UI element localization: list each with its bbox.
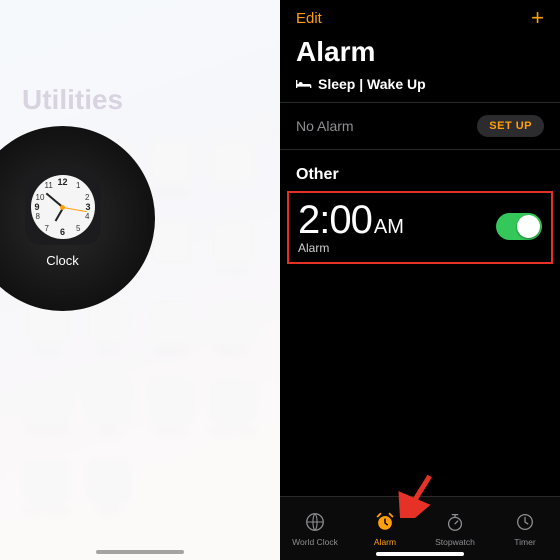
clock-app-icon[interactable]: 12 3 6 9 1 2 4 5 7 8 10 11 <box>25 169 101 245</box>
home-indicator[interactable] <box>376 552 464 556</box>
alarm-row[interactable]: 2:00 AM Alarm <box>288 192 552 263</box>
bed-icon <box>296 78 312 90</box>
tab-label: Alarm <box>374 537 396 547</box>
app-tile: Magnifier <box>146 300 196 380</box>
tab-world-clock[interactable]: World Clock <box>280 497 350 560</box>
clock-face-icon: 12 3 6 9 1 2 4 5 7 8 10 11 <box>31 175 95 239</box>
app-tile: Measure <box>208 300 258 380</box>
nav-bar: Edit + <box>280 0 560 36</box>
app-tile: Safari <box>84 380 134 460</box>
folder-title: Utilities <box>22 84 123 116</box>
alarm-clock-icon <box>374 511 396 535</box>
globe-icon <box>304 511 326 535</box>
timer-icon <box>514 511 536 535</box>
app-tile: Watch <box>84 460 134 540</box>
app-tile: ProtonVPN <box>22 380 72 460</box>
sleep-wake-section-header: Sleep | Wake Up <box>280 68 560 103</box>
tab-label: Stopwatch <box>435 537 475 547</box>
stopwatch-icon <box>444 511 466 535</box>
sleep-wake-label: Sleep | Wake Up <box>318 76 426 92</box>
sleep-wake-row[interactable]: No Alarm SET UP <box>280 103 560 150</box>
app-tile: Settings <box>146 380 196 460</box>
alarm-time: 2:00 <box>298 198 372 243</box>
page-title: Alarm <box>280 36 560 68</box>
alarm-toggle[interactable] <box>496 213 542 240</box>
tab-stopwatch[interactable]: Stopwatch <box>420 497 490 560</box>
tab-bar: World Clock Alarm Stopwatch Timer <box>280 496 560 560</box>
home-indicator[interactable] <box>96 550 184 554</box>
homescreen-pane: Clock Calculator Chrome Find My Firefox … <box>0 0 280 560</box>
alarm-screen-pane: Edit + Alarm Sleep | Wake Up No Alarm SE… <box>280 0 560 560</box>
set-up-button[interactable]: SET UP <box>477 115 544 137</box>
add-alarm-button[interactable]: + <box>531 5 544 31</box>
clock-app-label: Clock <box>46 253 79 268</box>
app-tile: Google <box>22 300 72 380</box>
app-tile: Home <box>84 300 134 380</box>
edit-button[interactable]: Edit <box>296 10 322 27</box>
alarm-label: Alarm <box>298 241 404 255</box>
tab-label: Timer <box>514 537 535 547</box>
tab-label: World Clock <box>292 537 338 547</box>
no-alarm-label: No Alarm <box>296 118 354 134</box>
app-tile: Gif Maker <box>208 220 258 300</box>
app-tile: Voice Memos <box>22 460 72 540</box>
other-section-header: Other <box>280 150 560 190</box>
tab-alarm[interactable]: Alarm <box>350 497 420 560</box>
tab-timer[interactable]: Timer <box>490 497 560 560</box>
alarm-meridiem: AM <box>374 216 404 239</box>
app-tile: Visual Codes <box>208 380 258 460</box>
app-tile <box>208 140 258 220</box>
